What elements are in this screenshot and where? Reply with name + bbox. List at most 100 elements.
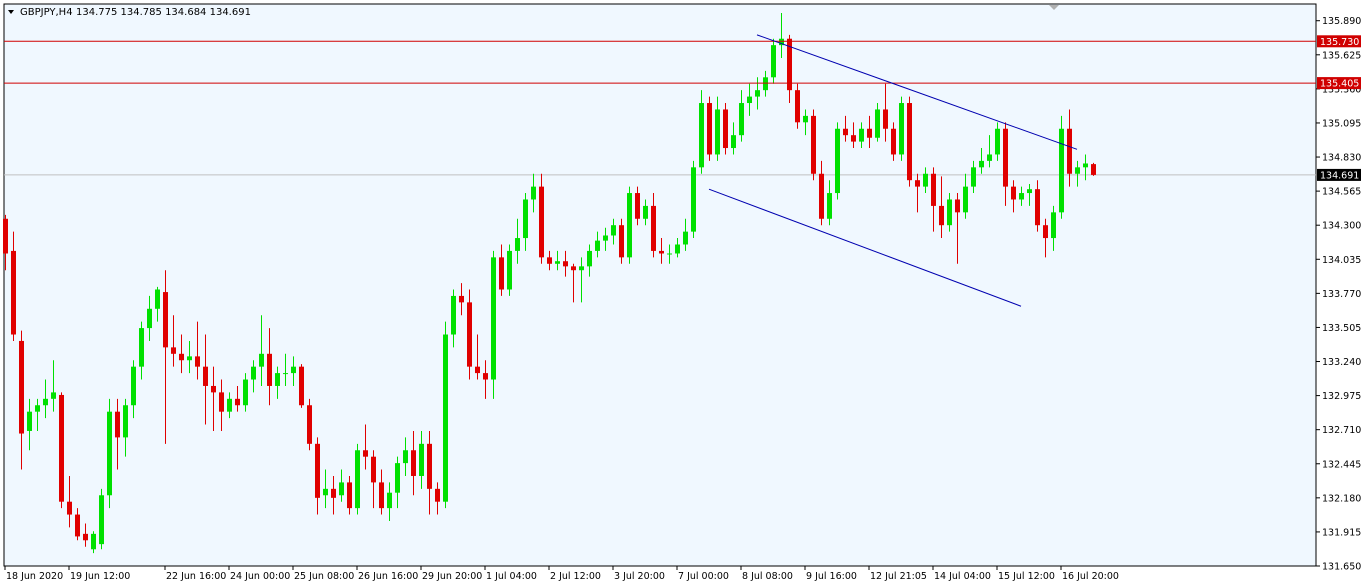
candle-body bbox=[475, 366, 480, 374]
y-tick-label: 134.300 bbox=[1322, 221, 1361, 232]
y-tick-label: 131.915 bbox=[1322, 527, 1361, 538]
candle[interactable] bbox=[107, 398, 112, 509]
candle-body bbox=[171, 347, 176, 354]
candle[interactable] bbox=[771, 38, 776, 84]
candle-body bbox=[291, 366, 296, 374]
candle-body bbox=[819, 173, 824, 219]
candle-body bbox=[1059, 128, 1064, 213]
candle-body bbox=[411, 450, 416, 476]
candle-body bbox=[347, 482, 352, 509]
candle-body bbox=[51, 392, 56, 399]
candle[interactable] bbox=[627, 186, 632, 264]
candle-body bbox=[35, 405, 40, 412]
x-tick-label: 8 Jul 08:00 bbox=[742, 571, 793, 582]
candle-body bbox=[163, 292, 168, 348]
candle-body bbox=[227, 398, 232, 412]
candle[interactable] bbox=[443, 321, 448, 509]
candle-body bbox=[283, 373, 288, 375]
candle[interactable] bbox=[491, 250, 496, 399]
candle[interactable] bbox=[811, 109, 816, 181]
candle-body bbox=[963, 186, 968, 213]
y-tick-label: 132.445 bbox=[1322, 459, 1361, 470]
candle-body bbox=[939, 205, 944, 226]
candle-body bbox=[651, 205, 656, 251]
symbol-timeframe-label: GBPJPY,H4 bbox=[20, 7, 73, 18]
y-tick-label: 132.180 bbox=[1322, 493, 1361, 504]
candle-body bbox=[155, 289, 160, 309]
y-tick-label: 133.240 bbox=[1322, 357, 1361, 368]
candle[interactable] bbox=[1059, 115, 1064, 219]
candle-body bbox=[131, 366, 136, 406]
candle-body bbox=[715, 109, 720, 155]
y-tick-label: 133.505 bbox=[1322, 323, 1361, 334]
candle[interactable] bbox=[707, 96, 712, 161]
y-tick-label: 133.770 bbox=[1322, 289, 1361, 300]
candle-body bbox=[867, 128, 872, 138]
candle-body bbox=[203, 366, 208, 386]
candle-body bbox=[1019, 193, 1024, 200]
candle-body bbox=[339, 482, 344, 496]
candle-body bbox=[323, 488, 328, 496]
candle-body bbox=[683, 231, 688, 245]
candle-body bbox=[1075, 167, 1080, 174]
candle-body bbox=[835, 128, 840, 194]
candle-body bbox=[755, 90, 760, 97]
candle-body bbox=[187, 356, 192, 361]
candle-body bbox=[619, 225, 624, 258]
candle[interactable] bbox=[907, 96, 912, 187]
candle-body bbox=[91, 533, 96, 550]
candle[interactable] bbox=[539, 173, 544, 264]
candle-body bbox=[691, 167, 696, 232]
candle-body bbox=[771, 45, 776, 78]
candle[interactable] bbox=[99, 488, 104, 550]
candle[interactable] bbox=[795, 83, 800, 129]
candle[interactable] bbox=[507, 244, 512, 296]
candle-body bbox=[995, 128, 1000, 155]
candle-body bbox=[483, 373, 488, 380]
candle[interactable] bbox=[467, 289, 472, 380]
candle-body bbox=[579, 266, 584, 271]
candle-body bbox=[107, 411, 112, 496]
candle-body bbox=[251, 366, 256, 380]
candle-body bbox=[987, 154, 992, 161]
candle[interactable] bbox=[723, 103, 728, 155]
candle[interactable] bbox=[299, 364, 304, 408]
candle-body bbox=[539, 186, 544, 258]
candle-body bbox=[235, 398, 240, 406]
candle-body bbox=[219, 392, 224, 412]
candle-body bbox=[747, 96, 752, 104]
price-chart[interactable]: 135.890135.625135.360135.095134.830134.5… bbox=[0, 0, 1366, 588]
candle-body bbox=[419, 443, 424, 476]
candle[interactable] bbox=[619, 218, 624, 264]
candle[interactable] bbox=[691, 160, 696, 239]
plot-area[interactable] bbox=[3, 3, 1317, 567]
candle-body bbox=[1091, 164, 1096, 175]
candle[interactable] bbox=[59, 392, 64, 509]
candle-body bbox=[515, 238, 520, 251]
candle-body bbox=[331, 488, 336, 498]
candle-body bbox=[1003, 128, 1008, 187]
candle-body bbox=[571, 266, 576, 271]
candle-body bbox=[883, 109, 888, 129]
candle[interactable] bbox=[899, 96, 904, 161]
x-tick-label: 12 Jul 21:05 bbox=[870, 571, 927, 582]
candle-body bbox=[723, 109, 728, 149]
candle-body bbox=[99, 495, 104, 545]
candle-body bbox=[363, 450, 368, 457]
candle-body bbox=[1043, 225, 1048, 239]
x-tick-label: 14 Jul 04:00 bbox=[934, 571, 991, 582]
candle[interactable] bbox=[1091, 162, 1096, 176]
candle-body bbox=[75, 514, 80, 537]
x-tick-label: 22 Jun 16:00 bbox=[166, 571, 226, 582]
candle[interactable] bbox=[355, 443, 360, 515]
candle-body bbox=[115, 411, 120, 438]
candle-body bbox=[459, 295, 464, 303]
candle-body bbox=[859, 128, 864, 142]
candle-body bbox=[491, 257, 496, 380]
candle[interactable] bbox=[835, 122, 840, 200]
candle-body bbox=[387, 492, 392, 509]
x-tick-label: 16 Jul 20:00 bbox=[1062, 571, 1119, 582]
candle[interactable] bbox=[307, 398, 312, 451]
candle-body bbox=[891, 128, 896, 155]
candle-body bbox=[355, 450, 360, 509]
